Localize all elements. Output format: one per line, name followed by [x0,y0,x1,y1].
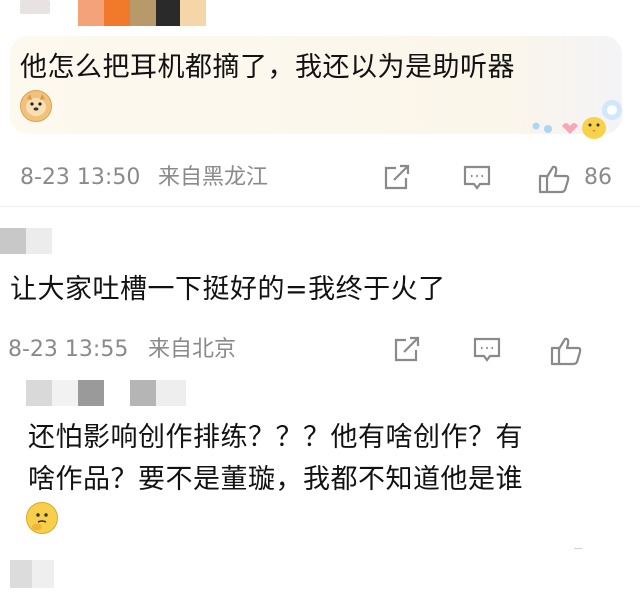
comment-time-1: 8-23 13:50 [20,165,141,190]
share-icon[interactable] [382,164,412,192]
comment-text-2: 让大家吐槽一下挺好的=我终于火了 [10,274,446,305]
comment-location-2: 来自北京 [148,337,237,362]
censored-username-4[interactable] [10,560,54,588]
comment-meta-2: 8-23 13:55 来自北京 [0,330,640,370]
like-count-1: 86 [584,165,612,190]
comment-text-1: 他怎么把耳机都摘了，我还以为是助听器 [20,52,515,83]
divider-2 [574,548,582,549]
thinking-emoji-icon [26,502,58,534]
comment-text-3a: 还怕影响创作排练？？？他有啥创作？有 [28,422,523,453]
comment-time-2: 8-23 13:55 [8,337,129,362]
censored-username-3[interactable] [26,380,186,406]
divider-1 [0,206,640,207]
thumbs-up-icon[interactable] [550,336,582,366]
share-icon[interactable] [392,336,422,364]
censored-avatar-1[interactable] [20,0,50,14]
comment-icon[interactable] [462,164,492,192]
chick-sticker-icon [528,98,628,140]
censored-username-2[interactable] [0,228,52,254]
comment-location-1: 来自黑龙江 [158,165,269,190]
censored-username-1[interactable] [78,0,206,26]
comment-text-3b: 啥作品？要不是董璇，我都不知道他是谁 [28,464,523,495]
comment-icon[interactable] [472,336,502,364]
comment-meta-1: 8-23 13:50 来自黑龙江 86 [0,158,640,198]
comment-feed: 他怎么把耳机都摘了，我还以为是助听器 8-23 13:50 来自黑龙江 86 让… [0,0,640,608]
thumbs-up-icon[interactable] [538,164,570,194]
doge-emoji-icon [20,90,52,122]
